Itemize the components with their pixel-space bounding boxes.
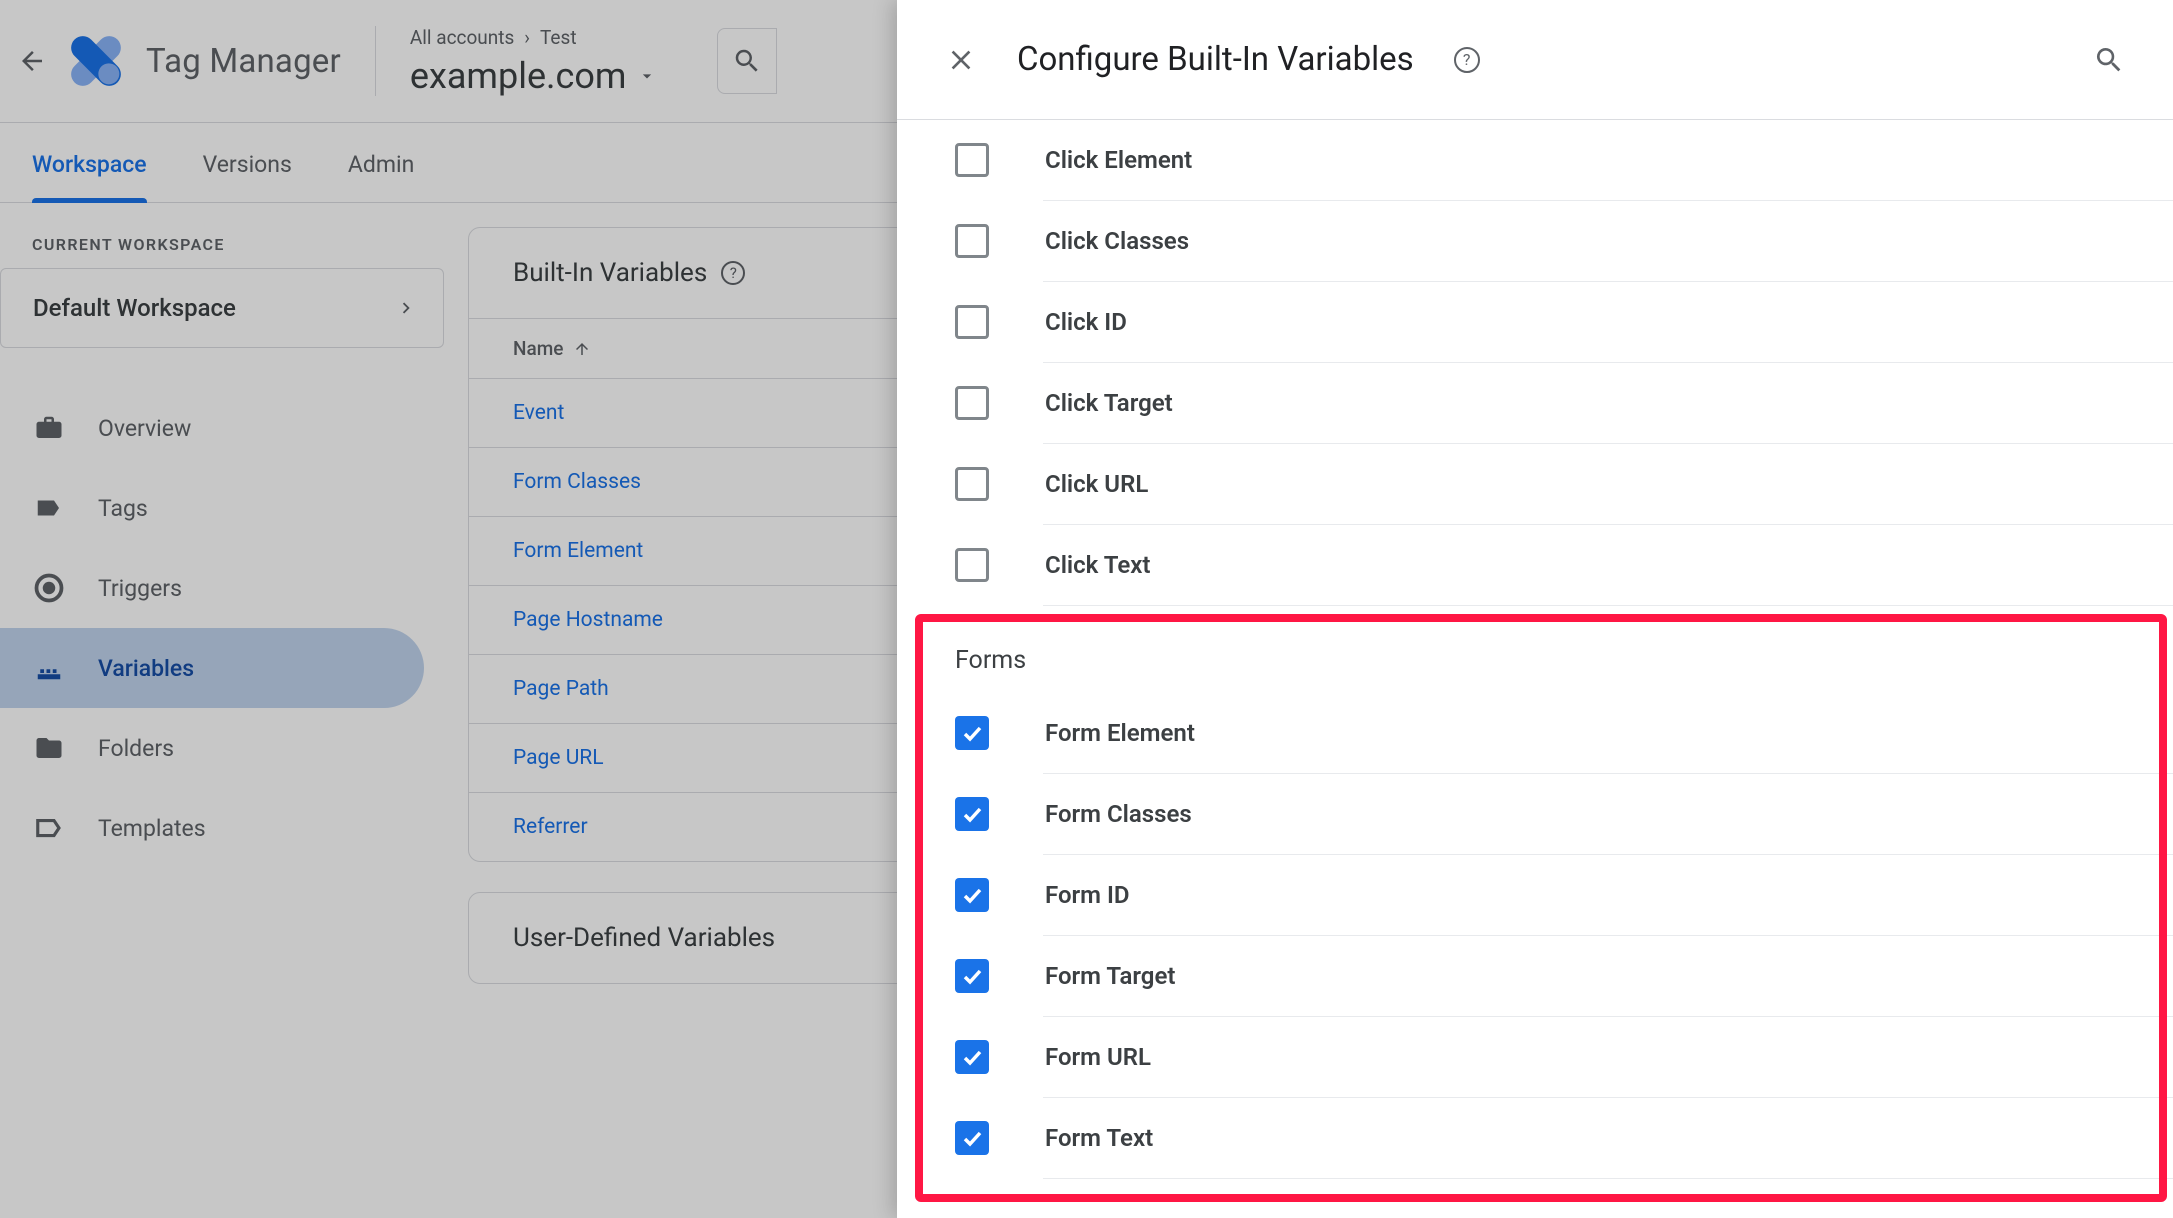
- configure-variables-panel: Configure Built-In Variables ? Click Ele…: [897, 0, 2173, 1218]
- checkbox[interactable]: [955, 548, 989, 582]
- group-label-forms: Forms: [897, 606, 2173, 693]
- checkbox[interactable]: [955, 224, 989, 258]
- variable-option[interactable]: Form Classes: [897, 774, 2173, 854]
- close-button[interactable]: [937, 36, 985, 84]
- checkbox[interactable]: [955, 716, 989, 750]
- variable-label: Click ID: [1045, 308, 1127, 336]
- variable-label: Click Text: [1045, 551, 1151, 579]
- checkbox[interactable]: [955, 386, 989, 420]
- variable-option[interactable]: Form Target: [897, 936, 2173, 1016]
- variable-option[interactable]: Click Text: [897, 525, 2173, 605]
- variable-option[interactable]: Click Target: [897, 363, 2173, 443]
- checkbox[interactable]: [955, 305, 989, 339]
- variable-option[interactable]: Click Element: [897, 120, 2173, 200]
- checkbox[interactable]: [955, 1121, 989, 1155]
- variable-label: Form Element: [1045, 719, 1195, 747]
- variable-label: Click Classes: [1045, 227, 1189, 255]
- variable-label: Form ID: [1045, 881, 1130, 909]
- checkbox[interactable]: [955, 1040, 989, 1074]
- variable-label: Form URL: [1045, 1043, 1151, 1071]
- variable-option[interactable]: Form Text: [897, 1098, 2173, 1178]
- variable-label: Click Target: [1045, 389, 1173, 417]
- panel-title: Configure Built-In Variables: [1017, 40, 1414, 79]
- variable-option[interactable]: Click Classes: [897, 201, 2173, 281]
- close-icon: [945, 44, 977, 76]
- variable-option[interactable]: Form ID: [897, 855, 2173, 935]
- checkbox[interactable]: [955, 467, 989, 501]
- checkbox[interactable]: [955, 143, 989, 177]
- variable-option[interactable]: Click ID: [897, 282, 2173, 362]
- search-icon: [2093, 44, 2125, 76]
- separator: [1043, 1178, 2173, 1179]
- panel-search-button[interactable]: [2085, 36, 2133, 84]
- variable-label: Form Text: [1045, 1124, 1153, 1152]
- variable-label: Click Element: [1045, 146, 1192, 174]
- checkbox[interactable]: [955, 878, 989, 912]
- variable-option[interactable]: Click URL: [897, 444, 2173, 524]
- help-icon[interactable]: ?: [1454, 47, 1480, 73]
- variable-label: Form Classes: [1045, 800, 1192, 828]
- variable-option[interactable]: Form URL: [897, 1017, 2173, 1097]
- variable-option[interactable]: Form Element: [897, 693, 2173, 773]
- variable-label: Form Target: [1045, 962, 1175, 990]
- variable-label: Click URL: [1045, 470, 1148, 498]
- checkbox[interactable]: [955, 797, 989, 831]
- checkbox[interactable]: [955, 959, 989, 993]
